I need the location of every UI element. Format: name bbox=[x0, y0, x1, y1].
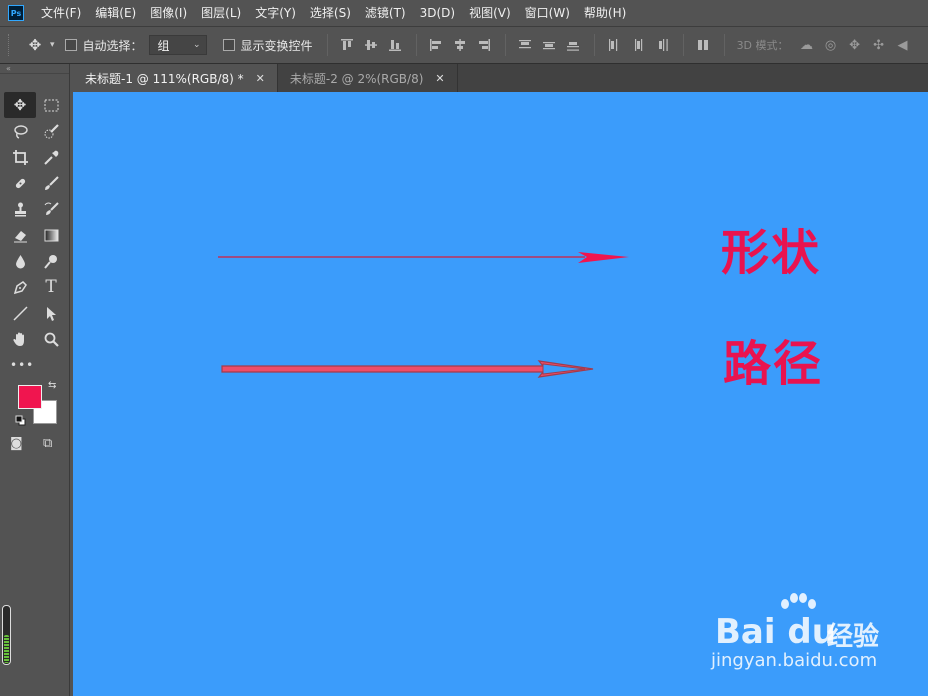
separator bbox=[593, 34, 595, 56]
scroll-indicator-fill bbox=[4, 635, 9, 663]
align-left-edges-icon[interactable] bbox=[425, 34, 447, 56]
baidu-watermark: Bai du 经验 jingyan.baidu.com bbox=[709, 592, 919, 678]
distribute-vertical-centers-icon[interactable] bbox=[538, 34, 560, 56]
tools-panel: « ✥ T ••• ⇆ ◙ ⧉ bbox=[0, 64, 70, 696]
brush-tool-icon[interactable] bbox=[36, 170, 66, 196]
baidu-paw-icon bbox=[781, 593, 816, 609]
document-tab-2[interactable]: 未标题-2 @ 2%(RGB/8) ✕ bbox=[278, 64, 458, 92]
move-tool-icon[interactable]: ✥ bbox=[4, 92, 36, 118]
clone-stamp-icon[interactable] bbox=[4, 196, 36, 222]
separator bbox=[326, 34, 328, 56]
distribute-bottom-edges-icon[interactable] bbox=[562, 34, 584, 56]
watermark-url: jingyan.baidu.com bbox=[711, 650, 878, 671]
path-arrow bbox=[221, 360, 594, 378]
menu-edit[interactable]: 编辑(E) bbox=[88, 0, 143, 26]
menu-3d[interactable]: 3D(D) bbox=[413, 0, 462, 26]
menu-layer[interactable]: 图层(L) bbox=[194, 0, 248, 26]
options-bar: ✥ ▾ 自动选择： 组 ⌄ 显示变换控件 3D 模式： ☁ ◎ ✥ ✣ ◀ bbox=[0, 26, 928, 64]
auto-select-label: 自动选择： bbox=[82, 38, 143, 53]
path-selection-icon[interactable] bbox=[36, 300, 66, 326]
distribute-left-edges-icon[interactable] bbox=[603, 34, 625, 56]
close-icon[interactable]: ✕ bbox=[435, 72, 444, 85]
show-transform-label: 显示变换控件 bbox=[240, 38, 313, 53]
shape-label: 形状 bbox=[721, 225, 822, 281]
menu-help[interactable]: 帮助(H) bbox=[577, 0, 633, 26]
eraser-tool-icon[interactable] bbox=[4, 222, 36, 248]
pen-tool-icon[interactable] bbox=[4, 274, 36, 300]
document-tab-label: 未标题-1 @ 111%(RGB/8) * bbox=[85, 71, 244, 86]
align-right-edges-icon[interactable] bbox=[473, 34, 495, 56]
distribute-right-edges-icon[interactable] bbox=[651, 34, 673, 56]
blur-tool-icon[interactable] bbox=[4, 248, 36, 274]
auto-select-value: 组 bbox=[157, 38, 170, 53]
document-tab-bar: 未标题-1 @ 111%(RGB/8) * ✕ 未标题-2 @ 2%(RGB/8… bbox=[73, 64, 928, 92]
close-icon[interactable]: ✕ bbox=[256, 72, 265, 85]
tool-grid: ✥ T bbox=[4, 92, 66, 352]
orbit-3d-icon[interactable]: ☁ bbox=[795, 34, 819, 56]
document-canvas[interactable]: 形状 路径 Bai du 经验 jingyan.baidu.com bbox=[73, 92, 928, 696]
auto-select-dropdown[interactable]: 组 ⌄ bbox=[148, 35, 207, 55]
menu-select[interactable]: 选择(S) bbox=[303, 0, 358, 26]
slide-3d-icon[interactable]: ✣ bbox=[867, 34, 891, 56]
document-tab-1[interactable]: 未标题-1 @ 111%(RGB/8) * ✕ bbox=[73, 64, 278, 92]
align-top-edges-icon[interactable] bbox=[336, 34, 358, 56]
separator bbox=[415, 34, 417, 56]
separator bbox=[682, 34, 684, 56]
auto-select-checkbox[interactable] bbox=[64, 39, 77, 51]
document-tab-label: 未标题-2 @ 2%(RGB/8) bbox=[289, 71, 424, 86]
dodge-tool-icon[interactable] bbox=[36, 248, 66, 274]
distribute-horizontal-centers-icon[interactable] bbox=[627, 34, 649, 56]
path-label: 路径 bbox=[723, 336, 824, 392]
move-tool-preset-icon[interactable]: ✥ bbox=[20, 33, 50, 57]
mode-3d-label: 3D 模式： bbox=[736, 39, 789, 52]
edit-toolbar-icon[interactable]: ••• bbox=[10, 358, 34, 372]
menu-window[interactable]: 窗口(W) bbox=[518, 0, 577, 26]
show-transform-checkbox[interactable] bbox=[222, 39, 235, 51]
shape-arrow-head bbox=[578, 252, 629, 263]
menu-type[interactable]: 文字(Y) bbox=[248, 0, 303, 26]
menu-file[interactable]: 文件(F) bbox=[34, 0, 88, 26]
watermark-product: 经验 bbox=[827, 622, 880, 652]
type-tool-icon[interactable]: T bbox=[36, 274, 66, 300]
swap-colors-icon[interactable]: ⇆ bbox=[48, 380, 56, 391]
screen-mode-icon[interactable]: ⧉ bbox=[43, 436, 52, 451]
quick-mask-icon[interactable]: ◙ bbox=[10, 436, 23, 451]
crop-tool-icon[interactable] bbox=[4, 144, 36, 170]
options-bar-grip[interactable] bbox=[8, 34, 12, 56]
photoshop-logo-icon: Ps bbox=[8, 5, 24, 21]
separator bbox=[723, 34, 725, 56]
menu-filter[interactable]: 滤镜(T) bbox=[358, 0, 413, 26]
menu-image[interactable]: 图像(I) bbox=[143, 0, 194, 26]
zoom-tool-icon[interactable] bbox=[36, 326, 66, 352]
distribute-top-edges-icon[interactable] bbox=[514, 34, 536, 56]
eyedropper-tool-icon[interactable] bbox=[36, 144, 66, 170]
align-bottom-edges-icon[interactable] bbox=[384, 34, 406, 56]
panel-scroll-indicator[interactable] bbox=[2, 605, 11, 665]
lasso-tool-icon[interactable] bbox=[4, 118, 36, 144]
pan-3d-icon[interactable]: ✥ bbox=[843, 34, 867, 56]
rectangular-marquee-icon[interactable] bbox=[36, 92, 66, 118]
menu-bar: Ps 文件(F) 编辑(E) 图像(I) 图层(L) 文字(Y) 选择(S) 滤… bbox=[0, 0, 928, 26]
roll-3d-icon[interactable]: ◎ bbox=[819, 34, 843, 56]
scale-3d-icon[interactable]: ◀ bbox=[891, 34, 915, 56]
menu-view[interactable]: 视图(V) bbox=[462, 0, 518, 26]
hand-tool-icon[interactable] bbox=[4, 326, 36, 352]
healing-brush-icon[interactable] bbox=[4, 170, 36, 196]
gradient-tool-icon[interactable] bbox=[36, 222, 66, 248]
chevron-down-icon: ⌄ bbox=[193, 40, 201, 50]
align-horizontal-centers-icon[interactable] bbox=[449, 34, 471, 56]
align-vertical-centers-icon[interactable] bbox=[360, 34, 382, 56]
quick-selection-icon[interactable] bbox=[36, 118, 66, 144]
foreground-color-swatch[interactable] bbox=[18, 385, 42, 409]
separator bbox=[504, 34, 506, 56]
default-colors-icon[interactable] bbox=[15, 415, 26, 426]
chevron-down-icon[interactable]: ▾ bbox=[50, 40, 55, 50]
history-brush-icon[interactable] bbox=[36, 196, 66, 222]
auto-align-layers-icon[interactable] bbox=[692, 34, 714, 56]
collapse-panel-icon[interactable]: « bbox=[0, 64, 69, 74]
line-tool-icon[interactable] bbox=[4, 300, 36, 326]
